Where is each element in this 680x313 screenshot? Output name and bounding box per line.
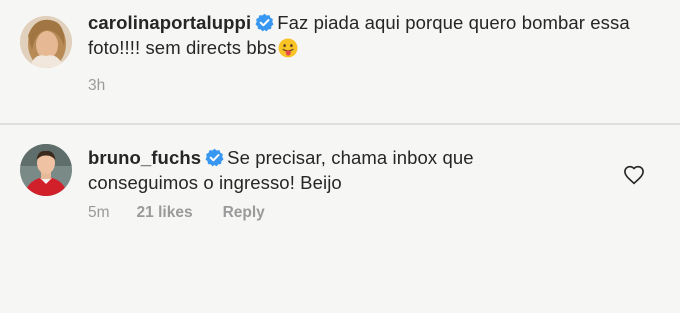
avatar[interactable] (20, 144, 72, 196)
avatar-photo (20, 144, 72, 196)
caption-timestamp: 3h (88, 77, 106, 94)
caption-text-block: carolinaportaluppi Faz piada aqui porque … (88, 10, 648, 60)
avatar-photo (20, 16, 72, 68)
comment-meta: 5m 21 likes Reply (88, 204, 292, 222)
reply-button[interactable]: Reply (223, 204, 265, 221)
comment-username[interactable]: bruno_fuchs (88, 147, 201, 168)
caption-meta: 3h (88, 77, 132, 95)
likes-count[interactable]: 21 likes (137, 204, 193, 221)
comment-timestamp: 5m (88, 204, 110, 221)
comment-text-block: bruno_fuchs Se precisar, chama inbox que … (88, 145, 588, 195)
verified-badge-icon (255, 13, 274, 32)
caption-username[interactable]: carolinaportaluppi (88, 12, 251, 33)
verified-badge-icon (205, 148, 224, 167)
tongue-out-emoji-icon (278, 38, 298, 58)
avatar[interactable] (20, 16, 72, 68)
heart-outline-icon[interactable] (623, 165, 645, 185)
comment: bruno_fuchs Se precisar, chama inbox que … (0, 125, 680, 313)
caption-post: carolinaportaluppi Faz piada aqui porque … (0, 0, 680, 123)
